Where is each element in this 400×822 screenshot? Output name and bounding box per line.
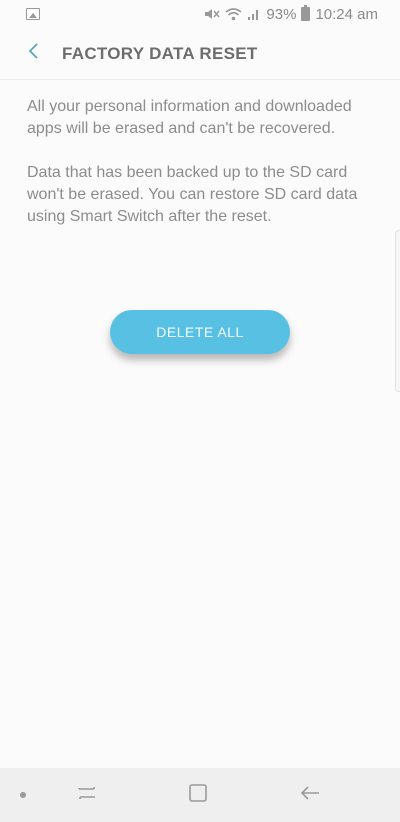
recents-button[interactable] [67,780,107,810]
status-bar: 93% 10:24 am [0,0,400,28]
scroll-handle[interactable] [395,230,400,392]
home-button[interactable] [178,780,218,810]
wifi-icon [225,7,242,21]
battery-percent: 93% [266,5,297,23]
clock-time: 10:24 am [315,5,378,23]
gallery-icon [26,8,40,20]
delete-all-button[interactable]: DELETE ALL [110,310,290,354]
back-arrow-icon [299,784,321,807]
battery-icon [301,5,311,21]
navigation-bar [0,768,400,822]
sd-card-note-text: Data that has been backed up to the SD c… [27,164,358,225]
back-nav-button[interactable] [290,780,330,810]
reset-info: All your personal information and downlo… [27,96,377,250]
mute-icon [204,7,220,21]
signal-icon [247,7,261,21]
chevron-left-icon [27,41,41,66]
back-button[interactable] [14,34,54,74]
nav-dot-icon [20,792,26,798]
page-title: FACTORY DATA RESET [62,43,258,63]
app-header: FACTORY DATA RESET [0,28,400,80]
status-left [26,8,40,20]
erase-warning-text: All your personal information and downlo… [27,98,352,137]
recents-icon [75,784,99,807]
status-right: 93% 10:24 am [204,5,378,23]
home-icon [188,783,208,808]
